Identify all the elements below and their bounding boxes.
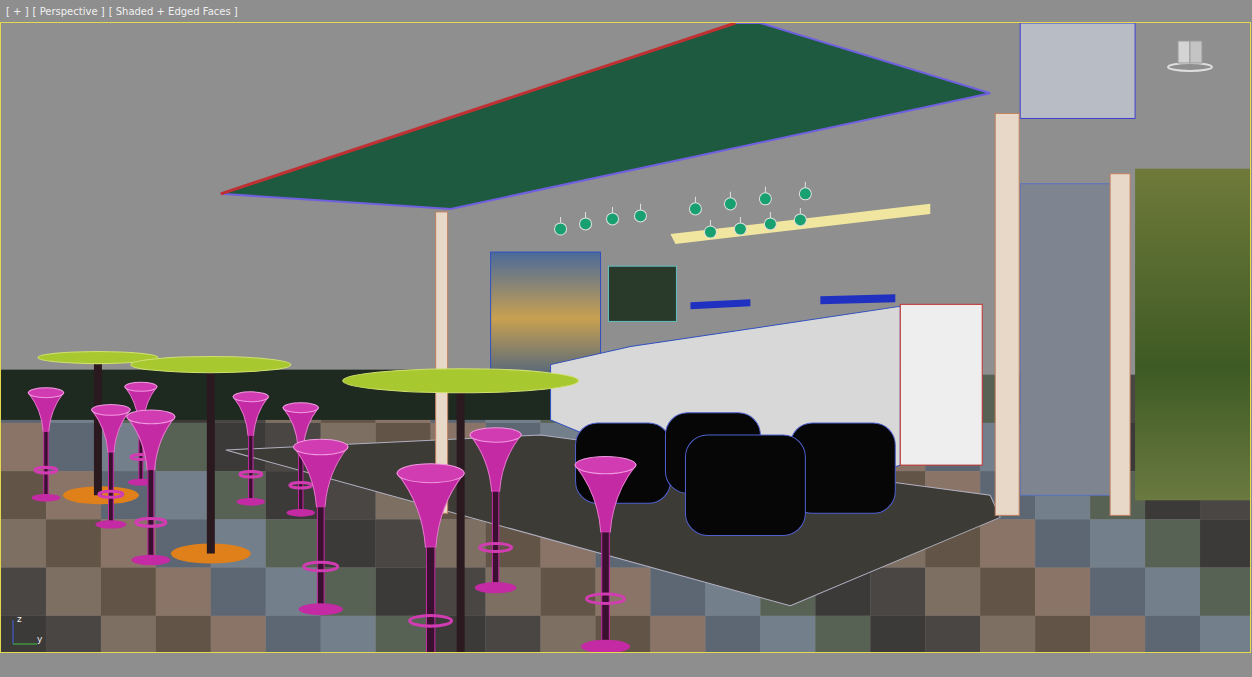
viewport-label[interactable]: [ + ] [6, 6, 29, 17]
bar-stool [470, 428, 521, 594]
pendant-lamp [799, 182, 811, 200]
pendant-lamp [555, 217, 567, 235]
post [995, 113, 1019, 515]
bar-stool [233, 392, 268, 506]
upper-box [1020, 23, 1135, 118]
axis-tripod: zy [7, 608, 47, 648]
awning-edge [221, 23, 736, 194]
bar-table [343, 369, 579, 652]
perspective-viewport[interactable]: zy [0, 22, 1251, 653]
pendant-lamp [607, 207, 619, 225]
pouf-seat [685, 435, 805, 535]
light-bar [670, 204, 930, 244]
tv-screen [609, 266, 677, 321]
bar-stool [397, 464, 464, 652]
viewcube[interactable] [1166, 35, 1214, 75]
bar-stool [92, 404, 130, 528]
pendant-lamp [734, 217, 746, 235]
bar-stool [294, 439, 348, 615]
pendant-lamp [794, 208, 806, 226]
viewport-label[interactable]: [ Perspective ] [33, 6, 105, 17]
viewport-label[interactable]: [ Shaded + Edged Faces ] [109, 6, 238, 17]
viewport-window: [ + ] [ Perspective ] [ Shaded + Edged Fac… [0, 0, 1252, 677]
shelf [690, 299, 750, 309]
bar-stool [28, 388, 63, 502]
pendant-lamp [724, 192, 736, 210]
pendant-lamp [704, 220, 716, 238]
pouf-seat [790, 423, 895, 513]
pouf-seat [576, 423, 671, 503]
fridge [900, 304, 982, 465]
pendant-lamp [689, 197, 701, 215]
pendant-lamp [634, 204, 646, 222]
pendant-lamp [759, 187, 771, 205]
pendant-lamp [580, 212, 592, 230]
shelf [820, 294, 895, 304]
axis-label: y [37, 634, 42, 644]
axis-label: z [17, 614, 22, 624]
viewport-label-bar: [ + ] [ Perspective ] [ Shaded + Edged Fac… [0, 0, 1252, 22]
pendant-lamp [764, 212, 776, 230]
post [1110, 174, 1130, 516]
awning [221, 23, 990, 209]
bar-stool [127, 410, 175, 565]
scene-drawing [1, 23, 1250, 652]
trees-backdrop [1135, 169, 1250, 501]
side-wall [1020, 184, 1112, 495]
viewcube-icon [1166, 35, 1214, 75]
bar-stool [575, 457, 636, 652]
wall-painting [491, 252, 601, 373]
